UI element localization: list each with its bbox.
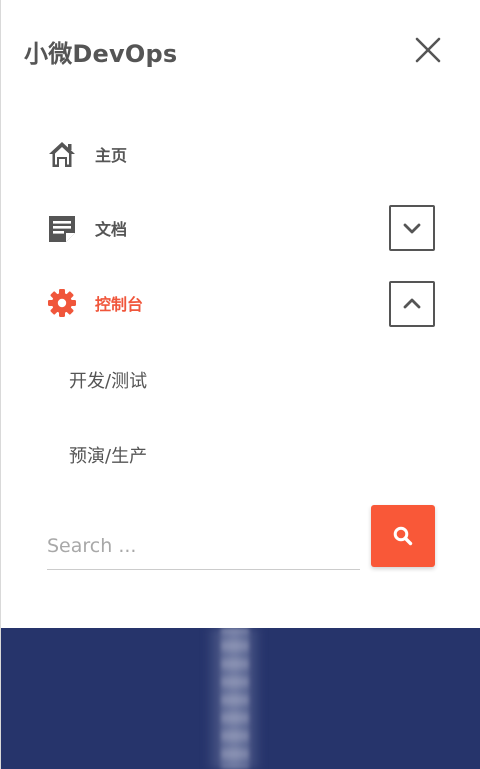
nav-item-label: 控制台 (95, 295, 144, 314)
gear-icon (47, 288, 77, 318)
nav-item-label: 主页 (95, 146, 128, 165)
chevron-down-icon (403, 223, 421, 234)
sub-item-staging-prod[interactable]: 预演/生产 (69, 442, 147, 468)
site-title[interactable]: 小微DevOps (24, 34, 177, 69)
nav-item-home[interactable]: 主页 (47, 136, 127, 172)
chevron-up-icon (403, 298, 421, 309)
console-collapse-toggle[interactable] (389, 281, 435, 327)
document-icon (47, 213, 77, 243)
mobile-menu-panel: 小微DevOps 主页 文档 控制台 开发/测试 预演/生产 Search ..… (0, 0, 480, 769)
sub-item-dev-test[interactable]: 开发/测试 (69, 367, 147, 393)
search-button[interactable] (371, 505, 435, 567)
nav-item-label: 文档 (95, 220, 128, 239)
nav-item-console[interactable]: 控制台 (47, 285, 143, 321)
nav-item-docs[interactable]: 文档 (47, 210, 127, 246)
close-icon (415, 37, 441, 63)
close-menu-button[interactable] (411, 33, 445, 67)
hero-background-image (1, 628, 480, 769)
light-streak-detail (221, 628, 249, 769)
docs-expand-toggle[interactable] (389, 205, 435, 251)
search-icon (393, 526, 413, 546)
home-icon (47, 139, 77, 169)
search-input[interactable] (47, 523, 360, 570)
